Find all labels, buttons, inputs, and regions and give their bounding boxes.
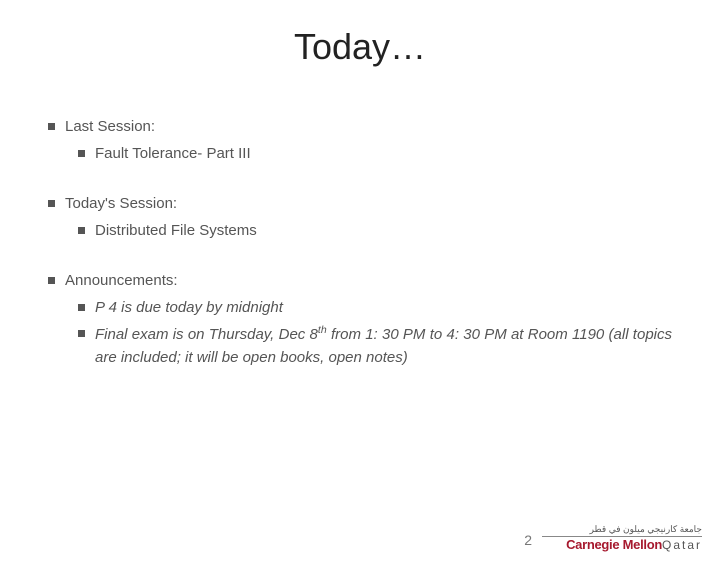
logo-line1: Carnegie Mellon [566, 537, 662, 552]
section-todays-session: Today's Session: Distributed File System… [48, 193, 672, 242]
section-item: Distributed File Systems [95, 220, 672, 243]
section-item: Final exam is on Thursday, Dec 8th from … [95, 323, 672, 369]
bullet-icon [48, 200, 55, 207]
cmu-qatar-logo: جامعة كارنيجي ميلون في قطر Carnegie Mell… [542, 525, 702, 552]
footer: 2 جامعة كارنيجي ميلون في قطر Carnegie Me… [524, 525, 702, 552]
bullet-icon [78, 304, 85, 311]
section-heading: Today's Session: [65, 193, 672, 216]
section-heading: Last Session: [65, 116, 672, 139]
section-heading: Announcements: [65, 270, 672, 293]
section-item: Fault Tolerance- Part III [95, 143, 672, 166]
section-item: P 4 is due today by midnight [95, 297, 672, 320]
bullet-icon [78, 150, 85, 157]
bullet-icon [78, 227, 85, 234]
slide-content: Last Session: Fault Tolerance- Part III … [48, 116, 672, 369]
bullet-icon [48, 123, 55, 130]
logo-arabic-text: جامعة كارنيجي ميلون في قطر [590, 525, 702, 535]
slide-title: Today… [0, 26, 720, 68]
section-last-session: Last Session: Fault Tolerance- Part III [48, 116, 672, 165]
page-number: 2 [524, 532, 532, 548]
section-announcements: Announcements: P 4 is due today by midni… [48, 270, 672, 369]
bullet-icon [48, 277, 55, 284]
bullet-icon [78, 330, 85, 337]
